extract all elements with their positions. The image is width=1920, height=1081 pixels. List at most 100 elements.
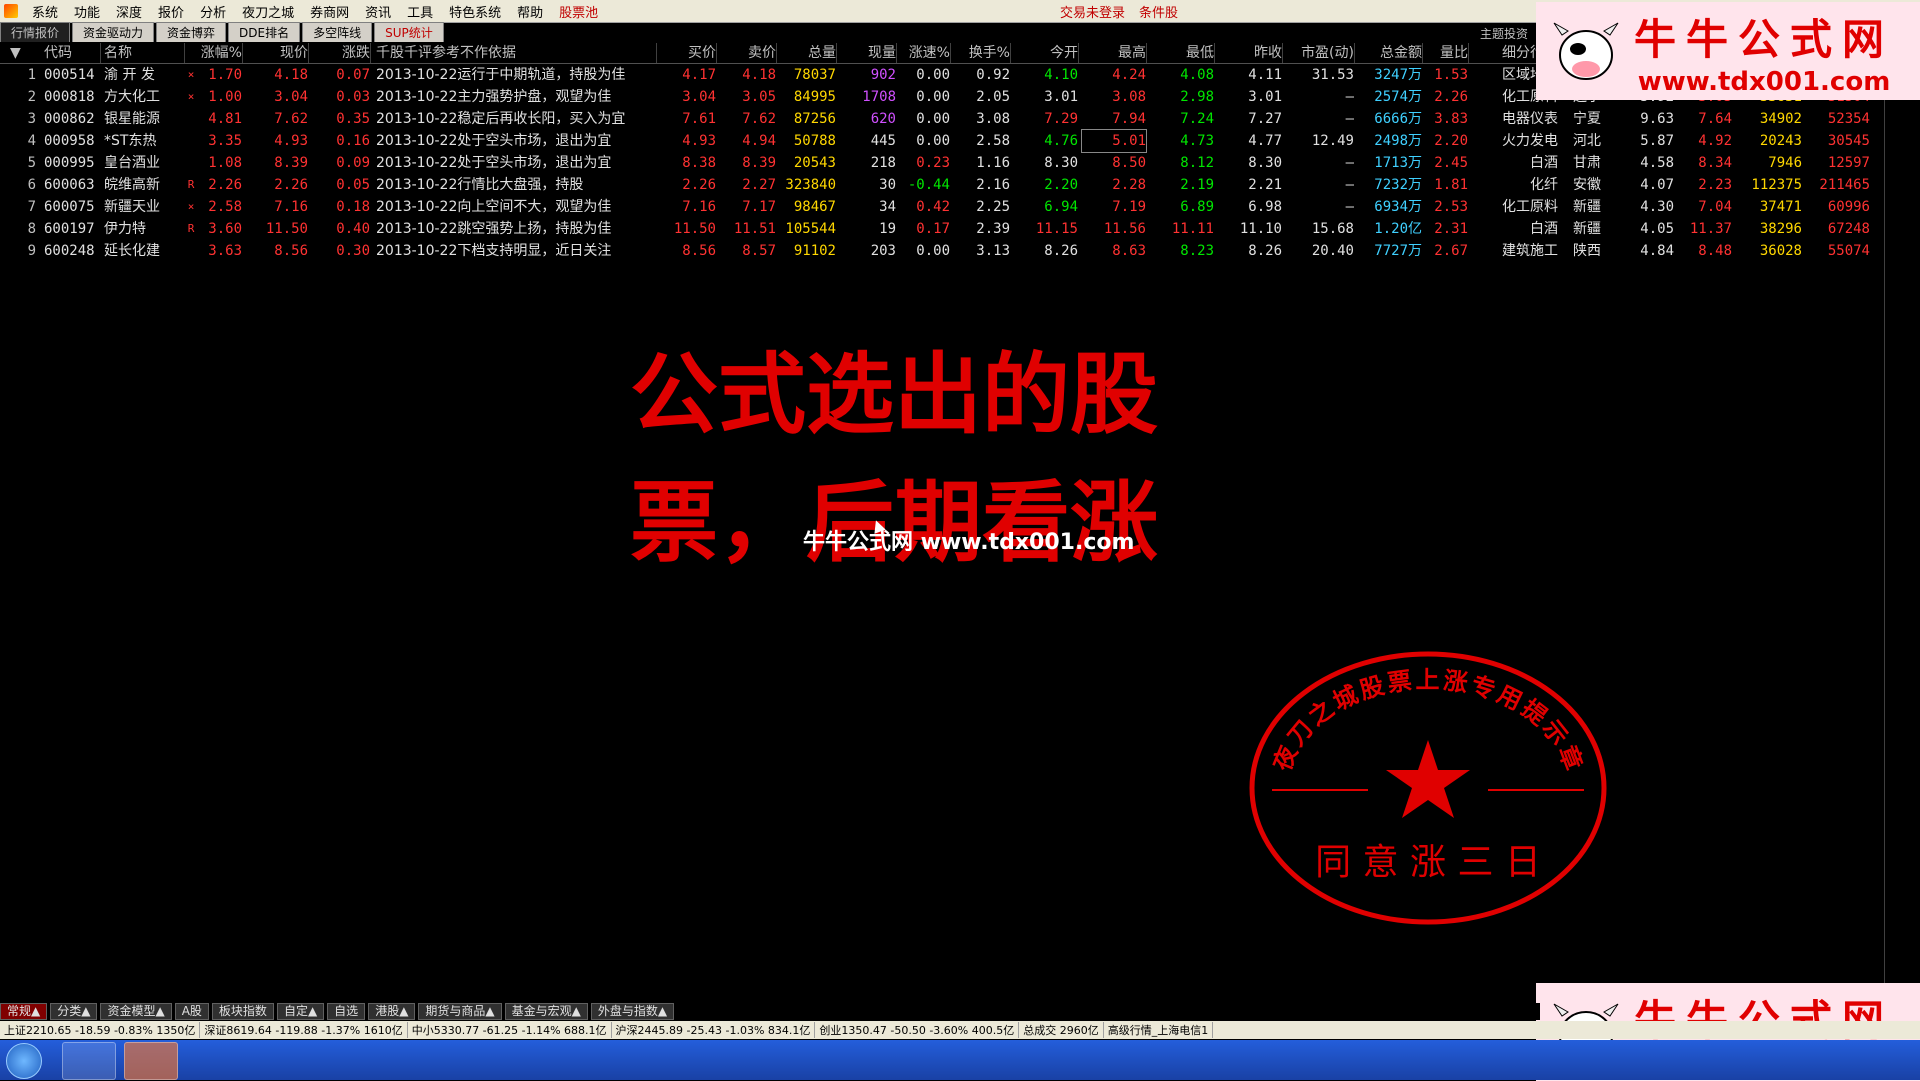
cell-c3: 7946 [1768,155,1802,171]
menu-item[interactable]: 分析 [192,2,234,21]
column-header[interactable]: 涨幅% [198,43,243,63]
menu-item[interactable]: 深度 [108,2,150,21]
tab[interactable]: 资金博弈 [156,22,227,42]
red-stamp-seal: 夜刀之城股票上涨专用提示章 同 意 涨 三 日 [1249,651,1607,925]
column-header[interactable]: 卖价 [720,43,777,63]
column-header[interactable]: 最高 [1082,43,1147,63]
table-row[interactable]: 9 600248 延长化建 3.63 8.56 0.30 2013-10-22下档支持明显，… [0,240,1890,262]
cell-prev: 8.26 [1248,243,1282,259]
column-header[interactable]: 市盈(动) [1286,43,1355,63]
column-header[interactable]: 最低 [1150,43,1215,63]
menu-item[interactable]: 特色系统 [441,2,509,21]
column-header[interactable]: 现量 [840,43,897,63]
category-tab[interactable]: 基金与宏观▲ [504,1003,588,1020]
cell-mark: × [187,200,195,213]
tab-theme-invest[interactable]: 主题投资 [1480,25,1528,42]
category-tab[interactable]: 板块指数 [211,1003,274,1020]
cell-bid: 4.93 [682,133,716,149]
cell-ask: 4.94 [742,133,776,149]
column-header[interactable]: 今开 [1014,43,1079,63]
tab[interactable]: 多空阵线 [302,22,373,42]
cell-prev: 8.30 [1248,155,1282,171]
start-button-icon[interactable] [6,1043,42,1079]
taskbar-app-icon[interactable] [124,1042,178,1080]
column-header[interactable]: 昨收 [1218,43,1283,63]
menu-item[interactable]: 夜刀之城 [234,2,302,21]
category-tab[interactable]: 分类▲ [50,1003,98,1020]
column-header[interactable]: 千股千评参考不作依据 [376,43,657,63]
cell-name: 银星能源 [104,111,160,127]
menu-item[interactable]: 报价 [150,2,192,21]
cell-prev: 7.27 [1248,111,1282,127]
table-row[interactable]: 5 000995 皇台酒业 1.08 8.39 0.09 2013-10-22处于空头市场，… [0,152,1890,174]
menu-item[interactable]: 帮助 [509,2,551,21]
column-header[interactable]: 涨跌 [314,43,371,63]
table-row[interactable]: 4 000958 *ST东热 3.35 4.93 0.16 2013-10-22处于空头市场… [0,129,1890,153]
menu-item[interactable]: 券商网 [302,2,357,21]
category-tab[interactable]: 港股▲ [368,1003,416,1020]
cell-vr: 2.31 [1434,221,1468,237]
watermark-url: www.tdx001.com [1637,66,1891,97]
column-header[interactable]: 总量 [780,43,837,63]
category-tab[interactable]: 期货与商品▲ [418,1003,502,1020]
taskbar-browser-icon[interactable] [62,1042,116,1080]
column-header[interactable]: 名称 [104,43,185,63]
column-header[interactable]: 换手% [952,43,1011,63]
cell-spd: 0.00 [916,67,950,83]
column-header[interactable]: 涨速% [900,43,951,63]
cow-logo-icon [1553,22,1619,80]
cell-spd: 0.00 [916,89,950,105]
cell-open: 2.20 [1044,177,1078,193]
cell-price: 7.62 [274,111,308,127]
cell-high: 5.01 [1081,129,1147,153]
column-header[interactable]: 现价 [248,43,309,63]
tab[interactable]: 行情报价 [0,22,71,42]
cell-spd: 0.00 [916,243,950,259]
column-header[interactable]: 买价 [660,43,717,63]
cell-ind: 白酒 [1530,221,1558,237]
cell-region: 甘肃 [1573,155,1601,171]
menu-item[interactable]: 系统 [24,2,66,21]
menu-item[interactable]: 资讯 [357,2,399,21]
category-tab[interactable]: 常规▲ [0,1003,48,1020]
cell-cur: 34 [879,199,896,215]
category-tab[interactable]: 资金模型▲ [100,1003,172,1020]
tab[interactable]: 资金驱动力 [72,22,155,42]
cell-desc: 2013-10-22下档支持明显，近日关注 [376,243,612,259]
cell-vr: 2.53 [1434,199,1468,215]
category-tab[interactable]: 自选 [327,1003,366,1020]
tab[interactable]: SUP统计 [374,22,444,42]
cell-high: 11.56 [1103,221,1146,237]
cell-turn: 2.25 [976,199,1010,215]
menu-item[interactable]: 工具 [399,2,441,21]
table-row[interactable]: 8 600197 伊力特 R 3.60 11.50 0.40 2013-10-22跳空强势上扬… [0,218,1890,240]
cell-chg: 3.60 [208,221,242,237]
cell-chg: 2.26 [208,177,242,193]
cell-pe: – [1345,177,1354,193]
cell-open: 8.26 [1044,243,1078,259]
tab[interactable]: DDE排名 [228,22,301,42]
menu-item[interactable]: 功能 [66,2,108,21]
menu-item-stock-pool[interactable]: 股票池 [551,2,606,21]
cell-high: 4.24 [1112,67,1146,83]
table-row[interactable]: 7 600075 新疆天业 × 2.58 7.16 0.18 2013-10-22向上空间不大… [0,196,1890,218]
cell-idx: 6 [27,177,36,193]
column-header[interactable]: 量比 [1424,43,1469,63]
status-item[interactable]: 条件股 [1139,2,1178,21]
cell-cur: 1708 [862,89,896,105]
cell-open: 4.10 [1044,67,1078,83]
sort-dropdown-icon[interactable]: ▼ [10,43,30,63]
cell-desc: 2013-10-22跳空强势上扬，持股为佳 [376,221,612,237]
status-item[interactable]: 交易未登录 [1060,2,1125,21]
category-tab[interactable]: 自定▲ [276,1003,325,1020]
column-header[interactable]: 总金额 [1356,43,1423,63]
table-row[interactable]: 3 000862 银星能源 4.81 7.62 0.35 2013-10-22稳定后再收长阳… [0,108,1890,130]
category-tab[interactable]: 外盘与指数▲ [590,1003,675,1020]
cell-ind: 火力发电 [1502,133,1558,149]
cell-price: 3.04 [274,89,308,105]
cell-c1: 4.05 [1640,221,1674,237]
category-tab[interactable]: A股 [174,1003,209,1020]
cell-pe: 12.49 [1311,133,1354,149]
table-row[interactable]: 6 600063 皖维高新 R 2.26 2.26 0.05 2013-10-22行情比大盘强… [0,174,1890,196]
column-header[interactable]: 代码 [44,43,101,63]
